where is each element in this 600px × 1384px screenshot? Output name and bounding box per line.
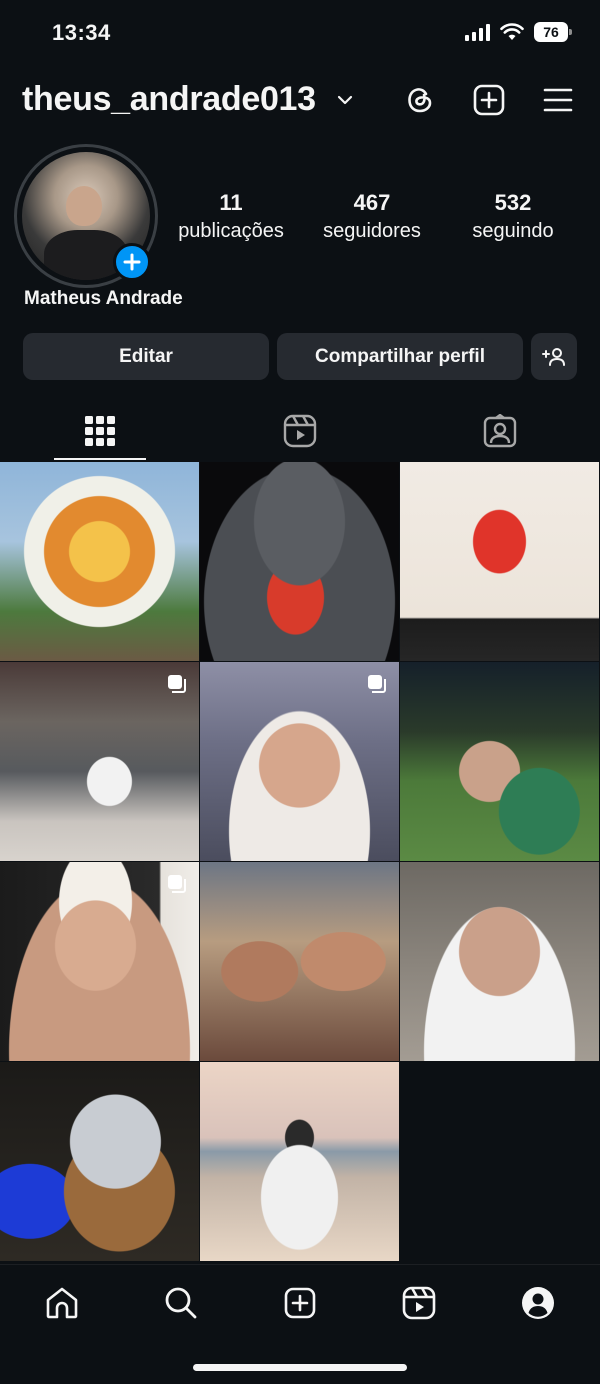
post-thumbnail[interactable] — [200, 1062, 399, 1261]
search-icon — [165, 1287, 197, 1319]
nav-reels[interactable] — [397, 1281, 441, 1325]
discover-people-button[interactable] — [531, 333, 577, 380]
battery-icon: 76 — [534, 22, 572, 42]
threads-icon — [408, 88, 432, 113]
chevron-down-icon[interactable] — [337, 94, 353, 106]
post-thumbnail[interactable] — [0, 462, 199, 661]
status-icons: 76 — [465, 22, 572, 42]
post-thumbnail[interactable] — [200, 862, 399, 1061]
menu-button[interactable] — [540, 82, 576, 118]
post-thumbnail[interactable] — [0, 662, 199, 861]
new-post-button[interactable] — [471, 82, 507, 118]
status-bar: 13:34 76 — [0, 0, 600, 66]
tab-posts[interactable] — [0, 400, 200, 462]
stat-label: seguidores — [323, 220, 421, 242]
reels-icon — [402, 1286, 436, 1320]
stat-following[interactable]: 532 seguindo — [453, 190, 573, 243]
nav-create[interactable] — [278, 1281, 322, 1325]
stat-label: publicações — [178, 220, 284, 242]
threads-button[interactable] — [402, 82, 438, 118]
profile-tabs — [0, 400, 600, 462]
tagged-icon — [483, 414, 517, 448]
stat-value: 11 — [219, 190, 243, 215]
stat-value: 532 — [494, 190, 532, 215]
stat-posts[interactable]: 11 publicações — [171, 190, 291, 243]
stat-label: seguindo — [472, 220, 554, 242]
cellular-signal-icon — [465, 23, 490, 41]
add-story-button[interactable] — [113, 243, 151, 281]
stat-followers[interactable]: 467 seguidores — [312, 190, 432, 243]
wifi-icon — [500, 23, 524, 40]
menu-icon — [543, 88, 573, 112]
create-icon — [284, 1287, 316, 1319]
tab-tagged[interactable] — [400, 400, 600, 462]
new-post-icon — [473, 84, 505, 116]
carousel-icon — [168, 875, 186, 893]
carousel-icon — [168, 675, 186, 693]
active-tab-indicator — [54, 458, 146, 460]
reels-icon — [283, 414, 317, 448]
carousel-icon — [368, 675, 386, 693]
add-person-icon — [542, 347, 565, 366]
home-indicator[interactable] — [193, 1364, 407, 1371]
nav-profile[interactable] — [516, 1281, 560, 1325]
post-thumbnail[interactable] — [0, 862, 199, 1061]
profile-actions: Editar Compartilhar perfil — [23, 333, 577, 381]
tab-reels[interactable] — [200, 400, 400, 462]
post-thumbnail[interactable] — [400, 862, 599, 1061]
post-thumbnail[interactable] — [400, 662, 599, 861]
home-icon — [46, 1287, 78, 1319]
display-name: Matheus Andrade — [24, 288, 183, 309]
status-time: 13:34 — [52, 20, 111, 45]
plus-icon — [123, 253, 141, 271]
post-thumbnail[interactable] — [400, 462, 599, 661]
post-thumbnail[interactable] — [200, 462, 399, 661]
nav-search[interactable] — [159, 1281, 203, 1325]
username-switcher[interactable]: theus_andrade013 — [22, 80, 316, 119]
share-profile-button[interactable]: Compartilhar perfil — [277, 333, 523, 380]
post-thumbnail[interactable] — [0, 1062, 199, 1261]
stat-value: 467 — [353, 190, 391, 215]
edit-profile-button[interactable]: Editar — [23, 333, 269, 380]
profile-header: theus_andrade013 — [0, 72, 600, 130]
nav-home[interactable] — [40, 1281, 84, 1325]
post-thumbnail[interactable] — [200, 662, 399, 861]
profile-icon — [522, 1287, 554, 1319]
grid-icon — [85, 416, 115, 446]
